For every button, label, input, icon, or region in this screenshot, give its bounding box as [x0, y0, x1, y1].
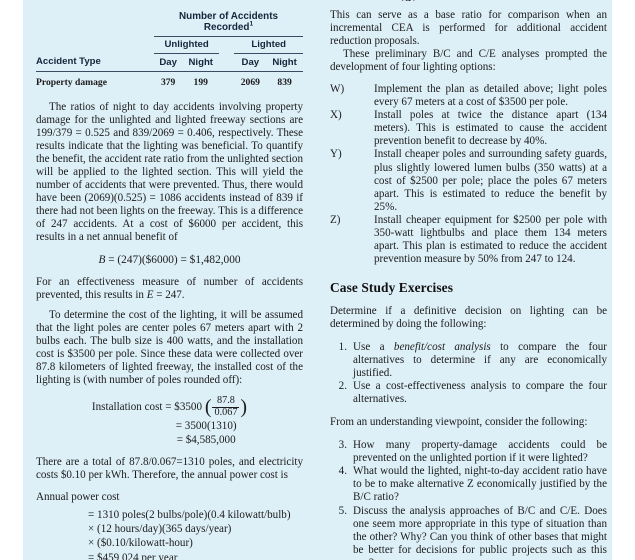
effectiveness-text-post: = 247. [153, 289, 185, 302]
equation-benefit-expression: = (247)($6000) = $1,482,000 [105, 254, 241, 267]
exercise-1-text: Use a benefit/cost analysis to compare t… [353, 341, 607, 380]
equation-installation-cost: Installation cost = $3500 ( 87.8 0.067 )… [91, 395, 248, 447]
equation-net-annual-benefit: B = (247)($6000) = $1,482,000 [36, 253, 303, 267]
installation-cost-eq3: = $4,585,000 [176, 434, 236, 447]
exercise-5-text: Discuss the analysis approaches of B/C a… [353, 504, 607, 560]
list-item-exercise-1: 1. Use a benefit/cost analysis to compar… [330, 341, 607, 380]
cell-unlighted-day: 379 [160, 76, 176, 88]
table-col-unlighted-day: Day [154, 53, 183, 72]
annual-power-cost-line-2: × (12 hours/day)(365 days/year) [88, 523, 232, 536]
option-x-text: Install poles at twice the distance apar… [374, 109, 607, 148]
table-subheader-unlighted: Unlighted [154, 36, 220, 54]
table-group-header-footnote: 1 [249, 20, 254, 28]
cut-off-fraction-fragment: 247 [400, 0, 417, 1]
left-text-column: Number of Accidents Recorded1 Unlighted … [23, 0, 315, 560]
table-col-accident-type: Accident Type [36, 53, 155, 72]
accidents-recorded-table: Number of Accidents Recorded1 Unlighted … [36, 0, 303, 91]
annual-power-cost-label: Annual power cost [36, 490, 120, 503]
exercise-1-label: 1. [338, 340, 347, 353]
exercise-2-text: Use a cost-effectiveness analysis to com… [353, 380, 607, 406]
exercises-list-group-2: 3. How many property-damage accidents co… [330, 439, 607, 560]
option-y-text: Install cheaper poles and surrounding sa… [374, 148, 607, 213]
table-col-lighted-day: Day [234, 53, 267, 72]
exercise-2-label: 2. [338, 380, 347, 393]
annual-power-cost-line-1: = 1310 poles(2 bulbs/pole)(0.4 kilowatt/… [88, 508, 291, 521]
exercise-4-text: What would the lighted, night-to-day acc… [353, 465, 607, 504]
option-z-text: Install cheaper equipment for $2500 per … [374, 213, 607, 265]
right-text-column: 247 This can serve as a base ratio for c… [322, 0, 612, 560]
list-item-option-w: W) Implement the plan as detailed above;… [330, 83, 607, 109]
paragraph-base-ratio: This can serve as a base ratio for compa… [330, 9, 607, 48]
option-z-label: Z) [330, 213, 341, 226]
list-item-exercise-4: 4. What would the lighted, night-to-day … [330, 465, 607, 504]
exercise-3-text: How many property-damage accidents could… [353, 439, 607, 465]
paragraph-determine-instruction: Determine if a definitive decision on li… [330, 304, 607, 330]
installation-cost-eq2: = 3500(1310) [175, 419, 237, 432]
installation-cost-fraction: 87.8 0.067 [212, 396, 240, 419]
table-column-header-row: Accident Type Day Night Day Night [36, 53, 303, 72]
annual-power-cost-line-4: = $459,024 per year [88, 551, 178, 560]
list-item-option-x: X) Install poles at twice the distance a… [330, 109, 607, 148]
option-y-label: Y) [330, 148, 342, 161]
exercise-4-label: 4. [338, 465, 347, 478]
table-subheader-row: Unlighted Lighted [36, 36, 303, 54]
exercises-list-group-1: 1. Use a benefit/cost analysis to compar… [330, 341, 607, 406]
paragraph-lighting-options-intro: These preliminary B/C and C/E analyses p… [330, 48, 607, 74]
table-row: Property damage 379 199 2069 839 [36, 71, 303, 91]
document-page: Number of Accidents Recorded1 Unlighted … [0, 0, 635, 560]
option-x-label: X) [330, 109, 342, 122]
list-item-option-y: Y) Install cheaper poles and surrounding… [330, 148, 607, 213]
cell-accident-type: Property damage [36, 76, 107, 88]
paragraph-lighting-cost: To determine the cost of the lighting, i… [36, 309, 303, 387]
paragraph-understanding-instruction: From an understanding viewpoint, conside… [330, 416, 588, 429]
section-heading-case-study-exercises: Case Study Exercises [330, 279, 454, 295]
list-item-exercise-3: 3. How many property-damage accidents co… [330, 439, 607, 465]
list-item-exercise-5: 5. Discuss the analysis approaches of B/… [330, 505, 607, 560]
cell-lighted-day: 2069 [240, 76, 260, 88]
cell-lighted-night: 839 [277, 76, 292, 88]
paragraph-pole-count: There are a total of 87.8/0.067=1310 pol… [36, 455, 303, 481]
table-subheader-lighted: Lighted [234, 36, 303, 54]
installation-cost-eq1: = $3500 [165, 401, 203, 414]
list-item-option-z: Z) Install cheaper equipment for $2500 p… [330, 214, 607, 266]
exercise-3-label: 3. [338, 439, 347, 452]
equation-annual-power-cost: = 1310 poles(2 bulbs/pole)(0.4 kilowatt/… [36, 508, 303, 560]
list-item-exercise-2: 2. Use a cost-effectiveness analysis to … [330, 380, 607, 406]
fraction-denominator: 0.067 [214, 407, 238, 419]
exercise-5-label: 5. [338, 504, 347, 517]
table-col-unlighted-night: Night [182, 53, 220, 72]
paragraph-accident-ratios: The ratios of night to day accidents inv… [36, 100, 303, 243]
installation-cost-label: Installation cost [91, 401, 163, 414]
exercise-1-italic: benefit/cost analysis [393, 340, 491, 353]
cell-unlighted-night: 199 [193, 76, 208, 88]
paragraph-effectiveness-measure: For an effectiveness measure of number o… [36, 276, 303, 302]
option-w-text: Implement the plan as detailed above; li… [374, 83, 607, 109]
exercise-1-pre: Use a [353, 340, 394, 353]
lighting-options-list: W) Implement the plan as detailed above;… [330, 83, 607, 266]
table-col-lighted-night: Night [266, 53, 303, 72]
option-w-label: W) [330, 83, 345, 96]
table-group-header-row: Number of Accidents Recorded1 [36, 9, 303, 37]
table-group-header: Number of Accidents Recorded [179, 11, 278, 33]
annual-power-cost-line-3: × ($0.10/kilowatt-hour) [88, 537, 193, 550]
